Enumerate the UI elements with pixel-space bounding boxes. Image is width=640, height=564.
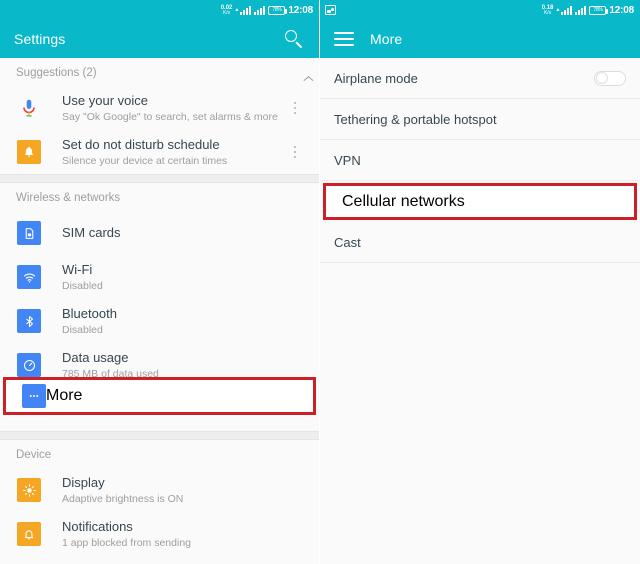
- settings-row-title: Data usage: [62, 349, 129, 365]
- settings-row-title: VPN: [334, 152, 361, 168]
- settings-row-sim-cards[interactable]: SIM cards: [0, 211, 319, 255]
- section-divider: [0, 431, 319, 440]
- signal-bars-sim1-icon: [561, 5, 573, 15]
- device-header: Device: [0, 440, 319, 468]
- suggestion-subtitle: Say "Ok Google" to search, set alarms & …: [62, 111, 278, 124]
- wireless-networks-header-label: Wireless & networks: [16, 192, 121, 204]
- battery-icon: 78%: [268, 5, 288, 15]
- settings-app-bar: Settings: [0, 20, 319, 58]
- status-bar-right: 0.18 K/s ▴ 78% 12:08: [320, 0, 640, 20]
- section-divider: [0, 174, 319, 183]
- settings-screen: 0.02 K/s ▴ 78% 12:08 Settings Suggestion…: [0, 0, 320, 564]
- settings-row-subtitle: Adaptive brightness is ON: [62, 493, 184, 506]
- screenshot-icon: [325, 5, 336, 15]
- battery-level: 78%: [272, 7, 282, 13]
- more-settings-screen: 0.18 K/s ▴ 78% 12:08 More Airplane mode: [320, 0, 640, 564]
- settings-row-subtitle: 1 app blocked from sending: [62, 537, 191, 550]
- signal-bars-sim2-icon: [254, 5, 266, 15]
- clock: 12:08: [288, 4, 313, 16]
- network-speed-unit: K/s: [222, 9, 231, 16]
- clock: 12:08: [609, 4, 634, 16]
- settings-row-tethering[interactable]: Tethering & portable hotspot: [320, 99, 640, 140]
- suggestions-header-label: Suggestions (2): [16, 67, 97, 79]
- data-transfer-icon: ▴: [235, 7, 239, 13]
- settings-row-title: Tethering & portable hotspot: [334, 111, 497, 127]
- settings-row-sound[interactable]: Sound: [0, 556, 319, 564]
- suggestion-row-use-your-voice[interactable]: Use your voice Say "Ok Google" to search…: [0, 86, 319, 130]
- brightness-icon: [16, 477, 42, 503]
- page-title: Settings: [14, 31, 66, 47]
- microphone-icon: [16, 95, 42, 121]
- data-usage-icon: [16, 352, 42, 378]
- hamburger-icon[interactable]: [334, 32, 354, 46]
- overflow-menu-icon[interactable]: [287, 142, 303, 162]
- settings-row-title: SIM cards: [62, 225, 121, 241]
- settings-row-title: Wi-Fi: [62, 261, 93, 277]
- empty-list-area: [320, 263, 640, 564]
- suggestion-row-do-not-disturb[interactable]: Set do not disturb schedule Silence your…: [0, 130, 319, 174]
- settings-row-bluetooth[interactable]: Bluetooth Disabled: [0, 299, 319, 343]
- settings-row-more-highlighted[interactable]: More: [3, 377, 316, 415]
- wireless-networks-header: Wireless & networks: [0, 183, 319, 211]
- suggestion-title: Set do not disturb schedule: [62, 136, 220, 152]
- status-bar-left: 0.02 K/s ▴ 78% 12:08: [0, 0, 319, 20]
- signal-bars-sim1-icon: [240, 5, 252, 15]
- settings-row-airplane-mode[interactable]: Airplane mode: [320, 58, 640, 99]
- sim-card-icon: [16, 220, 42, 246]
- suggestion-subtitle: Silence your device at certain times: [62, 155, 228, 168]
- network-speed-indicator: 0.02 K/s: [221, 5, 233, 16]
- settings-row-subtitle: Disabled: [62, 280, 103, 293]
- suggestion-title: Use your voice: [62, 92, 148, 108]
- settings-row-cellular-networks-highlighted[interactable]: Cellular networks: [323, 183, 637, 220]
- network-speed-unit: K/s: [543, 9, 552, 16]
- settings-row-display[interactable]: Display Adaptive brightness is ON: [0, 468, 319, 512]
- settings-row-title: Cellular networks: [342, 192, 465, 210]
- bluetooth-icon: [16, 308, 42, 334]
- page-title: More: [370, 31, 403, 47]
- bell-icon: [16, 139, 42, 165]
- settings-row-title: Notifications: [62, 518, 133, 534]
- signal-bars-sim2-icon: [575, 5, 587, 15]
- search-icon[interactable]: [283, 28, 305, 50]
- screenshot-comparison: 0.02 K/s ▴ 78% 12:08 Settings Suggestion…: [0, 0, 640, 564]
- settings-row-title: Airplane mode: [334, 70, 418, 86]
- settings-row-title: Display: [62, 474, 105, 490]
- more-app-bar: More: [320, 20, 640, 58]
- overflow-menu-icon[interactable]: [287, 98, 303, 118]
- settings-row-subtitle: Disabled: [62, 324, 103, 337]
- airplane-mode-toggle[interactable]: [594, 70, 626, 86]
- data-transfer-icon: ▴: [556, 7, 560, 13]
- settings-row-title: Bluetooth: [62, 305, 117, 321]
- battery-icon: 78%: [589, 5, 609, 15]
- more-settings-list: Airplane mode Tethering & portable hotsp…: [320, 58, 640, 263]
- settings-row-title: More: [46, 387, 83, 404]
- bell-icon: [16, 521, 42, 547]
- suggestions-header: Suggestions (2): [0, 58, 319, 86]
- battery-level: 78%: [593, 7, 603, 13]
- settings-row-vpn[interactable]: VPN: [320, 140, 640, 181]
- more-dots-icon: [22, 384, 46, 408]
- network-speed-indicator: 0.18 K/s: [542, 5, 554, 16]
- device-header-label: Device: [16, 449, 52, 461]
- settings-row-title: Cast: [334, 234, 361, 250]
- settings-row-cast[interactable]: Cast: [320, 222, 640, 263]
- settings-row-wifi[interactable]: Wi-Fi Disabled: [0, 255, 319, 299]
- wifi-icon: [16, 264, 42, 290]
- settings-row-notifications[interactable]: Notifications 1 app blocked from sending: [0, 512, 319, 556]
